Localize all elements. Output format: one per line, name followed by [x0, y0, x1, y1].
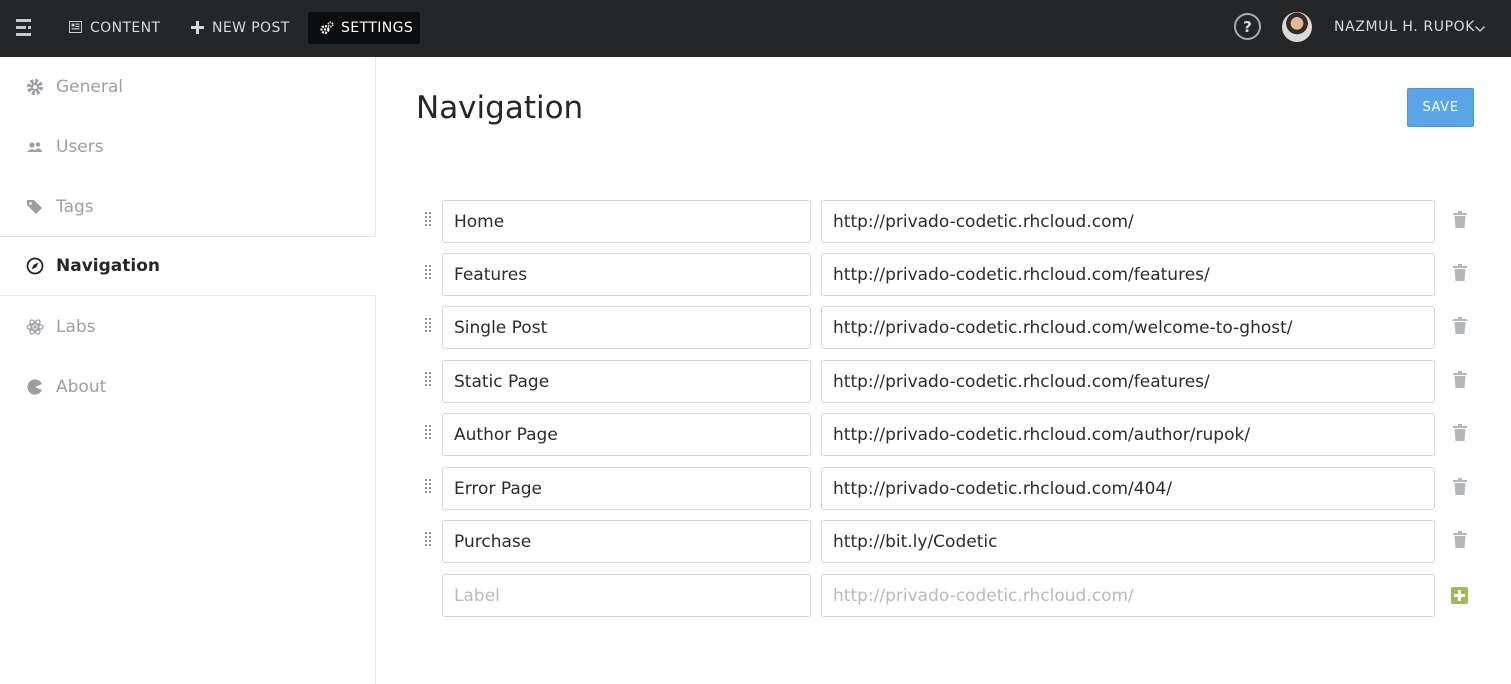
new-label-input[interactable]	[442, 574, 811, 617]
chevron-down-icon[interactable]	[1474, 20, 1486, 33]
help-button[interactable]: ?	[1234, 13, 1261, 40]
atom-icon	[25, 317, 45, 337]
nav-url-input[interactable]	[821, 467, 1435, 510]
nav-label-input[interactable]	[442, 253, 811, 296]
top-bar: CONTENT NEW POST SETTINGS ? NAZMUL H. RU…	[0, 0, 1511, 57]
trash-icon[interactable]	[1453, 531, 1467, 549]
sidebar-item-label: Tags	[56, 197, 94, 217]
nav-url-input[interactable]	[821, 360, 1435, 403]
trash-icon[interactable]	[1453, 371, 1467, 389]
gear-icon	[25, 77, 45, 97]
plus-icon	[191, 21, 205, 35]
nav-settings-label: SETTINGS	[341, 20, 414, 36]
trash-icon[interactable]	[1453, 264, 1467, 282]
save-button[interactable]: SAVE	[1407, 88, 1474, 127]
nav-new-post[interactable]: NEW POST	[179, 12, 302, 44]
nav-url-input[interactable]	[821, 306, 1435, 349]
drag-handle-icon[interactable]	[425, 479, 432, 495]
drag-handle-icon[interactable]	[425, 532, 432, 548]
nav-item-row	[418, 413, 1478, 457]
sidebar-item-label: Navigation	[56, 256, 160, 276]
nav-label-input[interactable]	[442, 467, 811, 510]
sidebar-item-labs[interactable]: Labs	[0, 297, 375, 357]
nav-label-input[interactable]	[442, 200, 811, 243]
menu-icon[interactable]	[16, 18, 36, 38]
tag-icon	[25, 197, 45, 217]
drag-handle-icon[interactable]	[425, 372, 432, 388]
nav-item-row	[418, 306, 1478, 350]
new-url-input[interactable]	[821, 574, 1435, 617]
pie-icon	[25, 377, 45, 397]
user-name[interactable]: NAZMUL H. RUPOK	[1334, 19, 1475, 35]
nav-new-post-label: NEW POST	[212, 20, 290, 36]
new-nav-item-row	[418, 574, 1478, 618]
nav-content-label: CONTENT	[90, 20, 161, 36]
sidebar-item-label: Labs	[56, 317, 96, 337]
sidebar-item-navigation[interactable]: Navigation	[0, 236, 376, 296]
nav-item-row	[418, 253, 1478, 297]
sidebar-item-label: About	[56, 377, 107, 397]
drag-handle-icon[interactable]	[425, 212, 432, 228]
nav-item-row	[418, 200, 1478, 244]
trash-icon[interactable]	[1453, 317, 1467, 335]
gears-icon	[320, 21, 334, 35]
nav-label-input[interactable]	[442, 413, 811, 456]
drag-handle-icon[interactable]	[425, 318, 432, 334]
nav-item-row	[418, 467, 1478, 511]
sidebar-item-label: Users	[56, 137, 104, 157]
nav-settings[interactable]: SETTINGS	[308, 12, 420, 44]
settings-sidebar: General Users Tags Navigation Labs About	[0, 57, 376, 684]
sidebar-item-label: General	[56, 77, 123, 97]
nav-url-input[interactable]	[821, 253, 1435, 296]
sidebar-item-tags[interactable]: Tags	[0, 177, 375, 237]
drag-handle-icon[interactable]	[425, 425, 432, 441]
page-title: Navigation	[416, 90, 584, 126]
nav-url-input[interactable]	[821, 200, 1435, 243]
nav-content[interactable]: CONTENT	[57, 12, 173, 44]
nav-url-input[interactable]	[821, 520, 1435, 563]
compass-icon	[25, 256, 45, 276]
add-icon[interactable]	[1451, 587, 1468, 604]
avatar[interactable]	[1282, 12, 1312, 42]
sidebar-item-general[interactable]: General	[0, 57, 375, 117]
users-icon	[25, 137, 45, 157]
nav-item-row	[418, 360, 1478, 404]
trash-icon[interactable]	[1453, 211, 1467, 229]
nav-item-row	[418, 520, 1478, 564]
sidebar-item-users[interactable]: Users	[0, 117, 375, 177]
nav-url-input[interactable]	[821, 413, 1435, 456]
nav-label-input[interactable]	[442, 520, 811, 563]
nav-label-input[interactable]	[442, 306, 811, 349]
trash-icon[interactable]	[1453, 478, 1467, 496]
trash-icon[interactable]	[1453, 424, 1467, 442]
nav-label-input[interactable]	[442, 360, 811, 403]
drag-handle-icon[interactable]	[425, 265, 432, 281]
sidebar-item-about[interactable]: About	[0, 357, 375, 417]
content-icon	[69, 21, 83, 35]
